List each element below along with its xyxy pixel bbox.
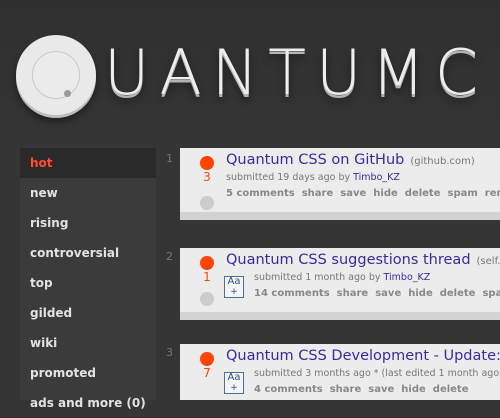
self-post-thumbnail-icon[interactable]: Aa +	[224, 372, 244, 394]
comments-button[interactable]: 14 comments	[254, 288, 330, 299]
post-title[interactable]: Quantum CSS Development - Update: 2	[226, 348, 500, 364]
post-tagline: submitted 3 months ago * (last edited 1 …	[254, 368, 500, 379]
post-score: 1	[203, 270, 211, 284]
post-author[interactable]: Timbo_KZ	[353, 172, 400, 183]
tagline-prefix: submitted 3 months ago * (last edited 1 …	[254, 368, 500, 379]
upvote-icon[interactable]	[200, 352, 214, 366]
comments-button[interactable]: 4 comments	[254, 384, 323, 395]
post-buttons: 4 comments share save hide delete	[254, 384, 476, 395]
post-title-text[interactable]: Quantum CSS suggestions thread	[226, 252, 471, 268]
self-post-thumbnail-icon[interactable]: Aa +	[224, 276, 244, 298]
post-buttons: 14 comments share save hide delete spam	[254, 288, 500, 299]
share-button[interactable]: share	[330, 384, 362, 395]
share-button[interactable]: share	[302, 188, 334, 199]
sidebar-item-gilded[interactable]: gilded	[20, 298, 156, 328]
post-domain[interactable]: (self.Q	[477, 256, 500, 267]
downvote-icon[interactable]	[200, 196, 214, 210]
delete-button[interactable]: delete	[433, 384, 469, 395]
spam-button[interactable]: spam	[448, 188, 478, 199]
post-title[interactable]: Quantum CSS suggestions thread (self.Q	[226, 252, 500, 268]
expand-plus-icon: +	[230, 383, 238, 393]
upvote-icon[interactable]	[200, 256, 214, 270]
sidebar-item-new[interactable]: new	[20, 178, 156, 208]
hide-button[interactable]: hide	[401, 384, 426, 395]
hide-button[interactable]: hide	[373, 188, 398, 199]
post-rank: 1	[166, 152, 173, 165]
post-buttons: 5 comments share save hide delete spam remove	[226, 188, 500, 199]
post-footer-bar	[180, 212, 500, 220]
sidebar-menu: hot new rising controversial top gilded …	[20, 148, 156, 410]
post-score: 3	[203, 170, 211, 184]
sidebar-item-promoted[interactable]: promoted	[20, 358, 156, 388]
expand-plus-icon: +	[230, 287, 238, 297]
spam-button[interactable]: spam	[482, 288, 500, 299]
post-rank: 2	[166, 250, 173, 263]
post-footer-bar	[180, 312, 500, 320]
delete-button[interactable]: delete	[405, 188, 441, 199]
sidebar-item-controversial[interactable]: controversial	[20, 238, 156, 268]
thumb-text: Aa	[227, 276, 241, 287]
post-item: 1 Aa + Quantum CSS suggestions thread (se…	[180, 248, 500, 320]
logo-o-circle[interactable]	[16, 35, 96, 115]
post-item: 3 Quantum CSS on GitHub (github.com) subm…	[180, 148, 500, 220]
post-title-text[interactable]: Quantum CSS on GitHub	[226, 152, 404, 168]
tagline-prefix: submitted 19 days ago by	[226, 172, 354, 183]
post-score: 7	[203, 366, 211, 380]
save-button[interactable]: save	[340, 188, 366, 199]
sidebar-item-wiki[interactable]: wiki	[20, 328, 156, 358]
comments-button[interactable]: 5 comments	[226, 188, 295, 199]
post-title-text[interactable]: Quantum CSS Development - Update: 2	[226, 348, 500, 364]
sidebar-item-hot[interactable]: hot	[20, 148, 156, 178]
downvote-icon[interactable]	[200, 292, 214, 306]
remove-button[interactable]: remove	[485, 188, 500, 199]
post-domain[interactable]: (github.com)	[410, 156, 474, 167]
sidebar-item-ads[interactable]: ads and more (0)	[20, 388, 156, 418]
post-tagline: submitted 1 month ago by Timbo_KZ	[254, 272, 430, 283]
delete-button[interactable]: delete	[440, 288, 476, 299]
post-tagline: submitted 19 days ago by Timbo_KZ	[226, 172, 400, 183]
save-button[interactable]: save	[375, 288, 401, 299]
upvote-icon[interactable]	[200, 156, 214, 170]
post-title[interactable]: Quantum CSS on GitHub (github.com)	[226, 152, 475, 168]
post-author[interactable]: Timbo_KZ	[384, 272, 431, 283]
post-item: 7 Aa + Quantum CSS Development - Update:…	[180, 344, 500, 400]
thumb-text: Aa	[227, 372, 241, 383]
logo-text[interactable]: UANTUMC	[104, 28, 500, 118]
tagline-prefix: submitted 1 month ago by	[254, 272, 384, 283]
save-button[interactable]: save	[368, 384, 394, 395]
sidebar-item-top[interactable]: top	[20, 268, 156, 298]
post-rank: 3	[166, 346, 173, 359]
logo-inner-ring	[32, 51, 80, 99]
hide-button[interactable]: hide	[408, 288, 433, 299]
header: UANTUMC	[0, 0, 500, 138]
sidebar-item-rising[interactable]: rising	[20, 208, 156, 238]
share-button[interactable]: share	[337, 288, 369, 299]
logo-dot	[64, 90, 71, 97]
